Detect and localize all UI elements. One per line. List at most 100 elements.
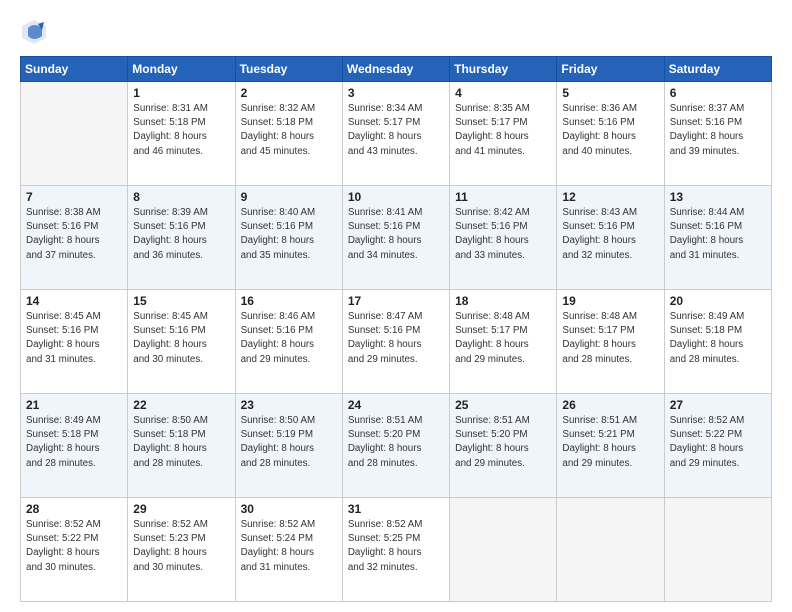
day-info: Sunrise: 8:52 AM Sunset: 5:25 PM Dayligh…	[348, 518, 444, 575]
day-number: 19	[562, 294, 658, 308]
weekday-header: Wednesday	[342, 57, 449, 82]
day-number: 9	[241, 190, 337, 204]
calendar-cell	[664, 498, 771, 602]
day-number: 21	[26, 398, 122, 412]
day-number: 4	[455, 86, 551, 100]
day-info: Sunrise: 8:37 AM Sunset: 5:16 PM Dayligh…	[670, 102, 766, 159]
calendar-cell: 10Sunrise: 8:41 AM Sunset: 5:16 PM Dayli…	[342, 186, 449, 290]
day-number: 6	[670, 86, 766, 100]
day-number: 31	[348, 502, 444, 516]
calendar-cell: 28Sunrise: 8:52 AM Sunset: 5:22 PM Dayli…	[21, 498, 128, 602]
calendar-cell	[450, 498, 557, 602]
day-info: Sunrise: 8:49 AM Sunset: 5:18 PM Dayligh…	[26, 414, 122, 471]
day-info: Sunrise: 8:49 AM Sunset: 5:18 PM Dayligh…	[670, 310, 766, 367]
day-number: 7	[26, 190, 122, 204]
calendar-cell: 1 Sunrise: 8:31 AM Sunset: 5:18 PM Daylig…	[128, 82, 235, 186]
calendar-cell: 8 Sunrise: 8:39 AM Sunset: 5:16 PM Daylig…	[128, 186, 235, 290]
calendar-cell: 6 Sunrise: 8:37 AM Sunset: 5:16 PM Daylig…	[664, 82, 771, 186]
calendar-cell: 7 Sunrise: 8:38 AM Sunset: 5:16 PM Daylig…	[21, 186, 128, 290]
weekday-row: SundayMondayTuesdayWednesdayThursdayFrid…	[21, 57, 772, 82]
weekday-header: Monday	[128, 57, 235, 82]
weekday-header: Saturday	[664, 57, 771, 82]
day-number: 2	[241, 86, 337, 100]
day-info: Sunrise: 8:38 AM Sunset: 5:16 PM Dayligh…	[26, 206, 122, 263]
calendar-cell	[21, 82, 128, 186]
page: SundayMondayTuesdayWednesdayThursdayFrid…	[0, 0, 792, 612]
day-info: Sunrise: 8:31 AM Sunset: 5:18 PM Dayligh…	[133, 102, 229, 159]
calendar-cell: 31 Sunrise: 8:52 AM Sunset: 5:25 PM Dayli…	[342, 498, 449, 602]
day-number: 12	[562, 190, 658, 204]
calendar-cell: 3 Sunrise: 8:34 AM Sunset: 5:17 PM Daylig…	[342, 82, 449, 186]
day-number: 17	[348, 294, 444, 308]
day-info: Sunrise: 8:47 AM Sunset: 5:16 PM Dayligh…	[348, 310, 444, 367]
logo-icon	[20, 18, 48, 46]
day-number: 28	[26, 502, 122, 516]
calendar-cell: 23Sunrise: 8:50 AM Sunset: 5:19 PM Dayli…	[235, 394, 342, 498]
day-number: 20	[670, 294, 766, 308]
day-number: 1	[133, 86, 229, 100]
day-number: 22	[133, 398, 229, 412]
day-number: 23	[241, 398, 337, 412]
day-number: 8	[133, 190, 229, 204]
day-number: 15	[133, 294, 229, 308]
day-number: 16	[241, 294, 337, 308]
calendar-week: 28Sunrise: 8:52 AM Sunset: 5:22 PM Dayli…	[21, 498, 772, 602]
calendar-week: 7 Sunrise: 8:38 AM Sunset: 5:16 PM Daylig…	[21, 186, 772, 290]
calendar-cell: 11Sunrise: 8:42 AM Sunset: 5:16 PM Dayli…	[450, 186, 557, 290]
day-info: Sunrise: 8:36 AM Sunset: 5:16 PM Dayligh…	[562, 102, 658, 159]
day-info: Sunrise: 8:39 AM Sunset: 5:16 PM Dayligh…	[133, 206, 229, 263]
calendar-week: 21 Sunrise: 8:49 AM Sunset: 5:18 PM Dayli…	[21, 394, 772, 498]
weekday-header: Friday	[557, 57, 664, 82]
day-info: Sunrise: 8:40 AM Sunset: 5:16 PM Dayligh…	[241, 206, 337, 263]
day-info: Sunrise: 8:35 AM Sunset: 5:17 PM Dayligh…	[455, 102, 551, 159]
calendar-cell: 25Sunrise: 8:51 AM Sunset: 5:20 PM Dayli…	[450, 394, 557, 498]
calendar-cell: 18 Sunrise: 8:48 AM Sunset: 5:17 PM Dayli…	[450, 290, 557, 394]
day-info: Sunrise: 8:44 AM Sunset: 5:16 PM Dayligh…	[670, 206, 766, 263]
day-info: Sunrise: 8:43 AM Sunset: 5:16 PM Dayligh…	[562, 206, 658, 263]
day-info: Sunrise: 8:34 AM Sunset: 5:17 PM Dayligh…	[348, 102, 444, 159]
day-number: 30	[241, 502, 337, 516]
calendar-cell: 17 Sunrise: 8:47 AM Sunset: 5:16 PM Dayli…	[342, 290, 449, 394]
calendar-cell: 15Sunrise: 8:45 AM Sunset: 5:16 PM Dayli…	[128, 290, 235, 394]
calendar-cell	[557, 498, 664, 602]
day-number: 5	[562, 86, 658, 100]
calendar-cell: 14 Sunrise: 8:45 AM Sunset: 5:16 PM Dayli…	[21, 290, 128, 394]
calendar-cell: 19 Sunrise: 8:48 AM Sunset: 5:17 PM Dayli…	[557, 290, 664, 394]
day-info: Sunrise: 8:52 AM Sunset: 5:23 PM Dayligh…	[133, 518, 229, 575]
calendar-week: 1 Sunrise: 8:31 AM Sunset: 5:18 PM Daylig…	[21, 82, 772, 186]
calendar-header: SundayMondayTuesdayWednesdayThursdayFrid…	[21, 57, 772, 82]
weekday-header: Tuesday	[235, 57, 342, 82]
day-info: Sunrise: 8:48 AM Sunset: 5:17 PM Dayligh…	[562, 310, 658, 367]
day-number: 29	[133, 502, 229, 516]
day-number: 11	[455, 190, 551, 204]
day-info: Sunrise: 8:48 AM Sunset: 5:17 PM Dayligh…	[455, 310, 551, 367]
calendar-cell: 30Sunrise: 8:52 AM Sunset: 5:24 PM Dayli…	[235, 498, 342, 602]
day-number: 25	[455, 398, 551, 412]
day-number: 27	[670, 398, 766, 412]
calendar-cell: 2 Sunrise: 8:32 AM Sunset: 5:18 PM Daylig…	[235, 82, 342, 186]
day-number: 26	[562, 398, 658, 412]
day-info: Sunrise: 8:45 AM Sunset: 5:16 PM Dayligh…	[26, 310, 122, 367]
calendar-cell: 24 Sunrise: 8:51 AM Sunset: 5:20 PM Dayli…	[342, 394, 449, 498]
day-number: 3	[348, 86, 444, 100]
day-info: Sunrise: 8:52 AM Sunset: 5:22 PM Dayligh…	[670, 414, 766, 471]
day-info: Sunrise: 8:51 AM Sunset: 5:21 PM Dayligh…	[562, 414, 658, 471]
day-info: Sunrise: 8:41 AM Sunset: 5:16 PM Dayligh…	[348, 206, 444, 263]
day-info: Sunrise: 8:51 AM Sunset: 5:20 PM Dayligh…	[348, 414, 444, 471]
calendar-week: 14 Sunrise: 8:45 AM Sunset: 5:16 PM Dayli…	[21, 290, 772, 394]
day-number: 13	[670, 190, 766, 204]
calendar-cell: 26 Sunrise: 8:51 AM Sunset: 5:21 PM Dayli…	[557, 394, 664, 498]
day-number: 18	[455, 294, 551, 308]
calendar-cell: 16 Sunrise: 8:46 AM Sunset: 5:16 PM Dayli…	[235, 290, 342, 394]
calendar-cell: 12 Sunrise: 8:43 AM Sunset: 5:16 PM Dayli…	[557, 186, 664, 290]
weekday-header: Sunday	[21, 57, 128, 82]
header	[20, 18, 772, 46]
day-number: 24	[348, 398, 444, 412]
weekday-header: Thursday	[450, 57, 557, 82]
day-number: 14	[26, 294, 122, 308]
calendar-cell: 9 Sunrise: 8:40 AM Sunset: 5:16 PM Daylig…	[235, 186, 342, 290]
day-info: Sunrise: 8:32 AM Sunset: 5:18 PM Dayligh…	[241, 102, 337, 159]
day-info: Sunrise: 8:46 AM Sunset: 5:16 PM Dayligh…	[241, 310, 337, 367]
calendar-body: 1 Sunrise: 8:31 AM Sunset: 5:18 PM Daylig…	[21, 82, 772, 602]
calendar: SundayMondayTuesdayWednesdayThursdayFrid…	[20, 56, 772, 602]
